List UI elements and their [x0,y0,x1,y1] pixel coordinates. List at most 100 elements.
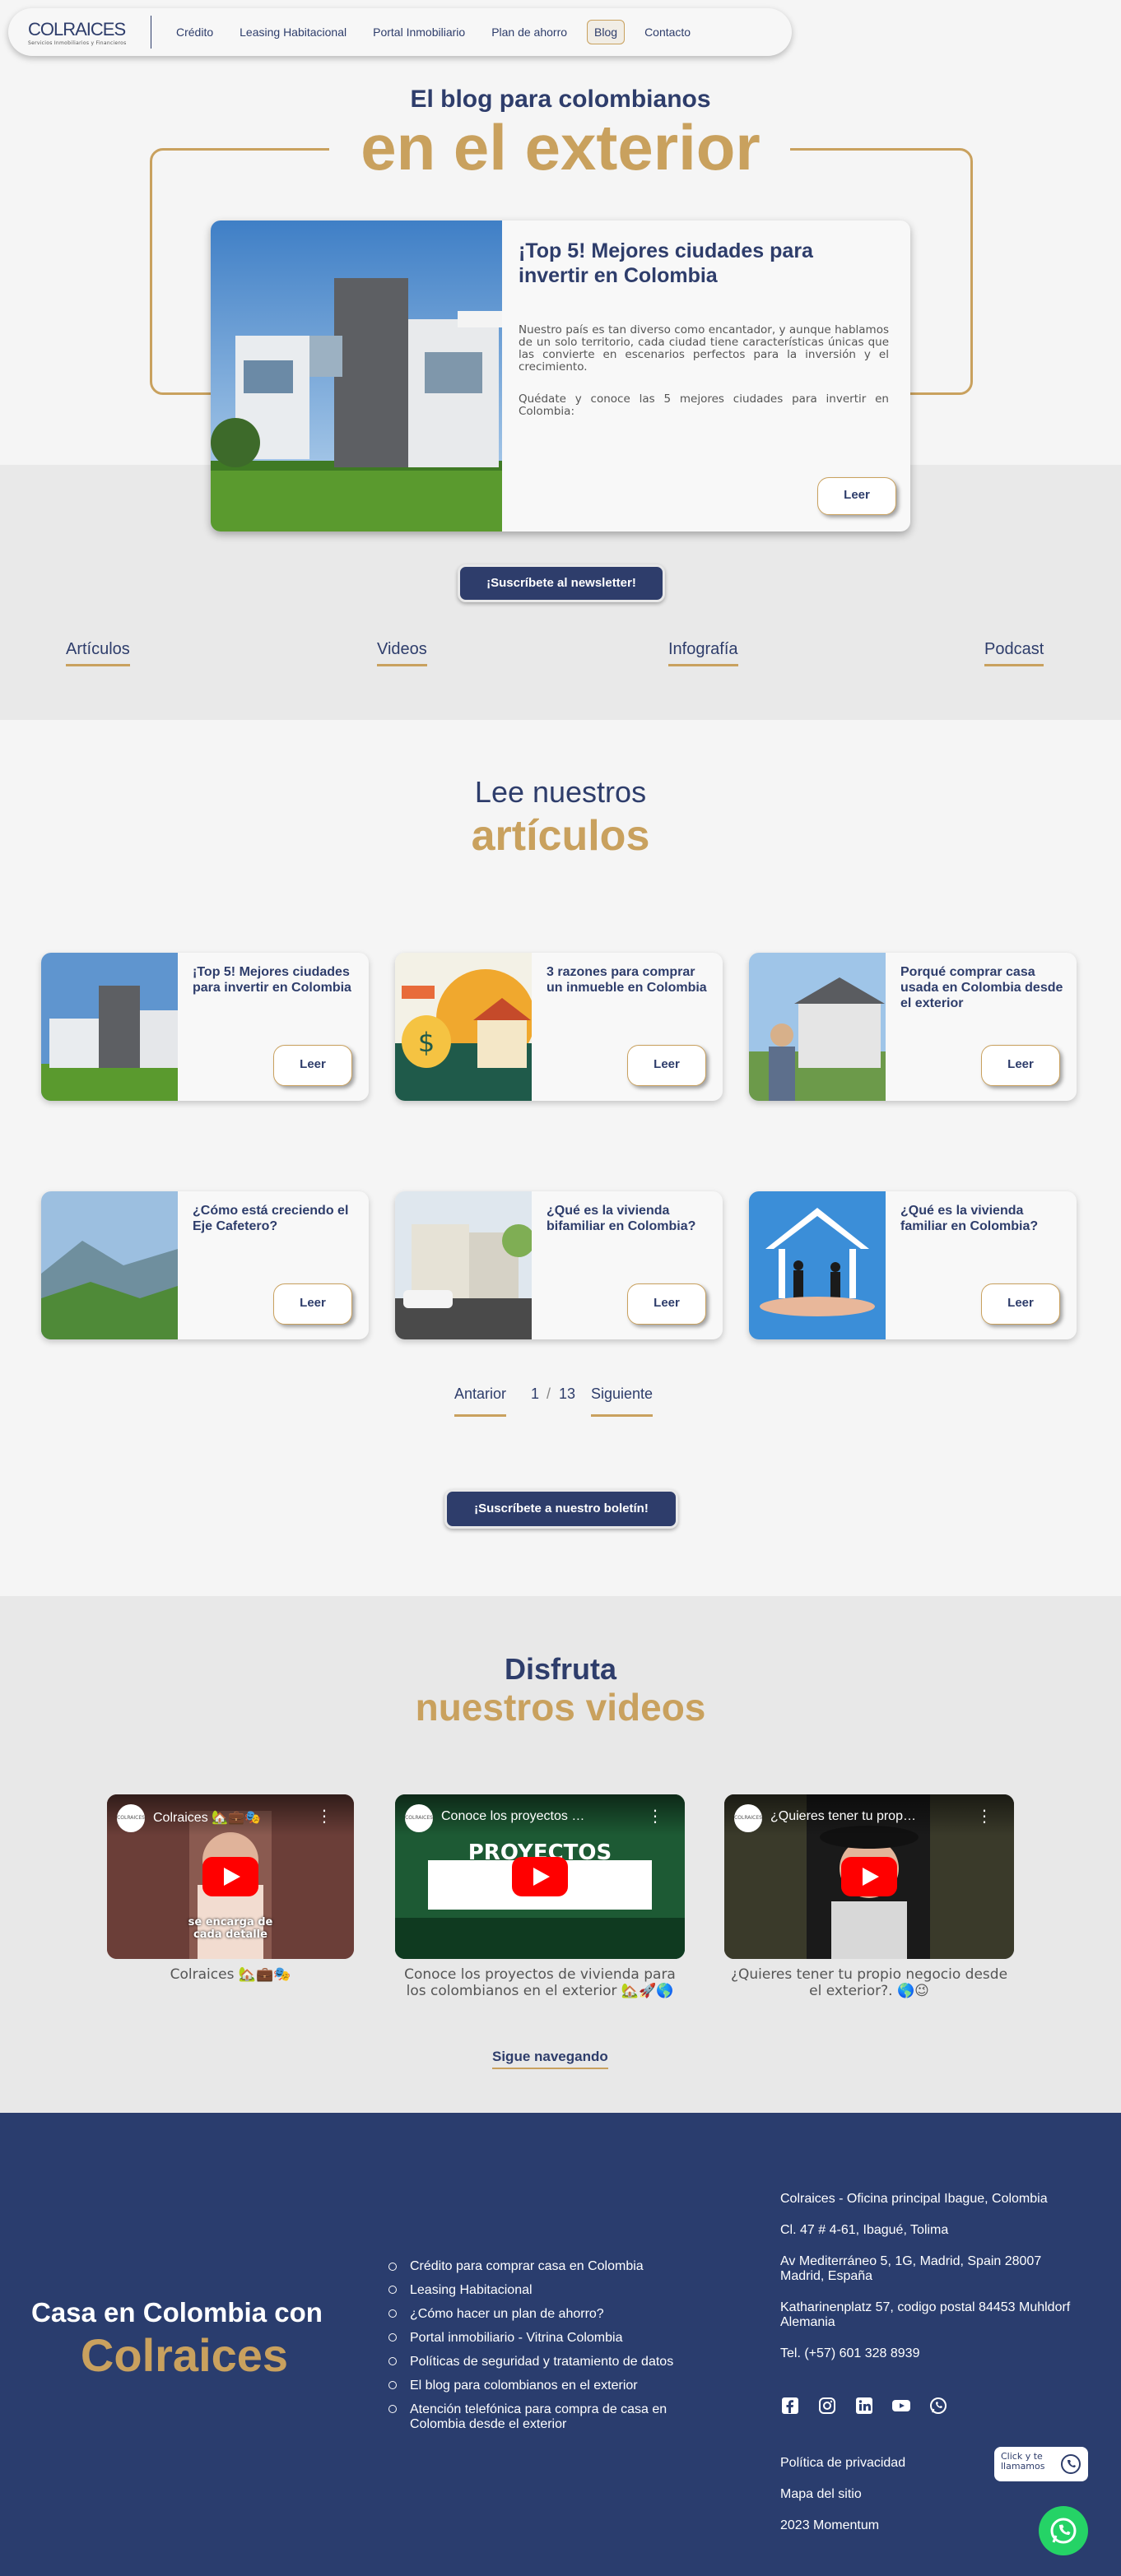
keep-browsing-link[interactable]: Sigue navegando [492,2049,608,2069]
more-options-icon[interactable]: ⋮ [976,1806,993,1826]
featured-article-title: ¡Top 5! Mejores ciudades para invertir e… [519,239,813,287]
footer-link-blog[interactable]: El blog para colombianos en el exterior [410,2379,739,2393]
footer-link-credito[interactable]: Crédito para comprar casa en Colombia [410,2259,739,2274]
channel-avatar[interactable]: COLRAICES [117,1804,145,1832]
channel-avatar[interactable]: COLRAICES [405,1804,433,1832]
bullet-icon [388,2309,397,2318]
bullet-icon [388,2357,397,2365]
article-read-button[interactable]: Leer [273,1045,352,1086]
hero-subtitle: El blog para colombianos [410,86,711,113]
svg-text:$: $ [418,1027,435,1058]
nav-leasing[interactable]: Leasing Habitacional [233,21,353,44]
video-title[interactable]: ¿Quieres tener tu propio ne... [770,1809,919,1824]
article-title: ¿Cómo está creciendo el Eje Cafetero? [193,1204,349,1233]
pagination-prev[interactable]: Antarior [454,1385,507,1417]
play-icon[interactable] [202,1857,258,1896]
nav-credito[interactable]: Crédito [170,21,220,44]
nav-plan-ahorro[interactable]: Plan de ahorro [485,21,574,44]
colraices-logo[interactable]: COLRAICES Servicios Inmobiliarios y Fina… [28,16,151,49]
article-title: ¡Top 5! Mejores ciudades para invertir e… [193,965,351,995]
article-card: ¿Cómo está creciendo el Eje Cafetero? Le… [41,1191,369,1339]
bulletin-button[interactable]: ¡Suscríbete a nuestro boletín! [444,1489,678,1529]
play-icon[interactable] [512,1857,568,1896]
footer-address-3: Katharinenplatz 57, codigo postal 84453 … [780,2300,1071,2329]
nav-blog[interactable]: Blog [587,20,626,44]
article-image [749,953,886,1101]
article-read-button[interactable]: Leer [981,1045,1060,1086]
whatsapp-icon[interactable] [928,2396,948,2416]
click-to-call-label: Click y te llamamos [1001,2451,1045,2472]
videos-heading-line2: nuestros videos [415,1686,706,1729]
pagination-next[interactable]: Siguiente [591,1385,654,1417]
footer-link-atencion[interactable]: Atención telefónica para compra de casa … [410,2402,723,2432]
logo-tagline: Servicios Inmobiliarios y Financieros [28,39,127,46]
videos-heading-line1: Disfruta [504,1652,617,1686]
video-title[interactable]: Colraices 🏡💼🎭 [153,1809,301,1826]
article-card: ¿Qué es la vivienda bifamiliar en Colomb… [395,1191,723,1339]
footer-address-2: Av Mediterráneo 5, 1G, Madrid, Spain 280… [780,2254,1042,2283]
linkedin-icon[interactable] [854,2396,874,2416]
featured-read-button[interactable]: Leer [817,477,896,515]
article-image [749,1191,886,1339]
article-image [41,953,178,1101]
category-videos[interactable]: Videos [377,640,427,666]
pagination-current: 1 [531,1385,540,1402]
footer-phone: Tel. (+57) 601 328 8939 [780,2346,920,2360]
article-title: Porqué comprar casa usada en Colombia de… [900,965,1063,1010]
article-read-button[interactable]: Leer [627,1283,706,1325]
featured-article-image [211,220,502,531]
article-image [395,1191,532,1339]
footer-link-leasing[interactable]: Leasing Habitacional [410,2283,739,2298]
article-card: Porqué comprar casa usada en Colombia de… [749,953,1077,1101]
newsletter-button[interactable]: ¡Suscríbete al newsletter! [458,564,665,602]
video-player[interactable]: COLRAICES Colraices 🏡💼🎭 ⋮ se encarga de … [107,1794,354,1959]
nav-portal[interactable]: Portal Inmobiliario [366,21,472,44]
article-read-button[interactable]: Leer [627,1045,706,1086]
more-options-icon[interactable]: ⋮ [647,1806,663,1826]
article-read-button[interactable]: Leer [273,1283,352,1325]
article-card: $ 3 razones para comprar un inmueble en … [395,953,723,1101]
video-title[interactable]: Conoce los proyectos de vi... [441,1809,589,1824]
articles-heading-line1: Lee nuestros [474,775,647,809]
footer-link-plan-ahorro[interactable]: ¿Cómo hacer un plan de ahorro? [410,2307,739,2322]
whatsapp-icon [1050,2518,1077,2544]
article-image: $ [395,953,532,1101]
more-options-icon[interactable]: ⋮ [316,1806,333,1826]
click-to-call-widget[interactable]: Click y te llamamos [994,2447,1088,2481]
video-player[interactable]: COLRAICES ¿Quieres tener tu propio ne...… [724,1794,1014,1959]
footer-link-portal[interactable]: Portal inmobiliario - Vitrina Colombia [410,2331,739,2346]
article-title: 3 razones para comprar un inmueble en Co… [547,965,707,995]
bullet-icon [388,2333,397,2342]
facebook-icon[interactable] [780,2396,800,2416]
video-player[interactable]: COLRAICES Conoce los proyectos de vi... … [395,1794,685,1959]
footer-office-title: Colraices - Oficina principal Ibague, Co… [780,2192,1048,2206]
footer-brand-line2: Colraices [80,2329,289,2381]
whatsapp-floating-button[interactable] [1039,2506,1088,2555]
footer-sitemap-link[interactable]: Mapa del sitio [780,2487,1093,2502]
bullet-icon [388,2405,397,2413]
featured-article-card: ¡Top 5! Mejores ciudades para invertir e… [211,220,910,531]
youtube-icon[interactable] [891,2396,911,2416]
video-caption: Conoce los proyectos de vivienda para lo… [404,1966,676,1999]
article-image [41,1191,178,1339]
play-icon[interactable] [841,1857,897,1896]
category-infografia[interactable]: Infografía [668,640,738,666]
nav-contacto[interactable]: Contacto [638,21,697,44]
phone-icon [1061,2454,1081,2474]
video-overlay-text: se encarga de cada detalle [188,1916,273,1941]
article-card: ¡Top 5! Mejores ciudades para invertir e… [41,953,369,1101]
article-title: ¿Qué es la vivienda bifamiliar en Colomb… [547,1204,696,1233]
category-podcast[interactable]: Podcast [984,640,1044,666]
video-caption: Colraices 🏡💼🎭 [170,1966,291,1983]
logo-text: COLRAICES [28,18,126,39]
category-articulos[interactable]: Artículos [66,640,130,666]
hero-title: en el exterior [360,111,761,183]
footer-address-1: Cl. 47 # 4-61, Ibagué, Tolima [780,2223,949,2237]
footer-link-politicas[interactable]: Políticas de seguridad y tratamiento de … [410,2355,739,2369]
video-caption: ¿Quieres tener tu propio negocio desde e… [730,1966,1008,1999]
channel-avatar[interactable]: COLRAICES [734,1804,762,1832]
article-read-button[interactable]: Leer [981,1283,1060,1325]
instagram-icon[interactable] [817,2396,837,2416]
article-title: ¿Qué es la vivienda familiar en Colombia… [900,1204,1039,1233]
articles-heading-line2: artículos [471,812,650,860]
